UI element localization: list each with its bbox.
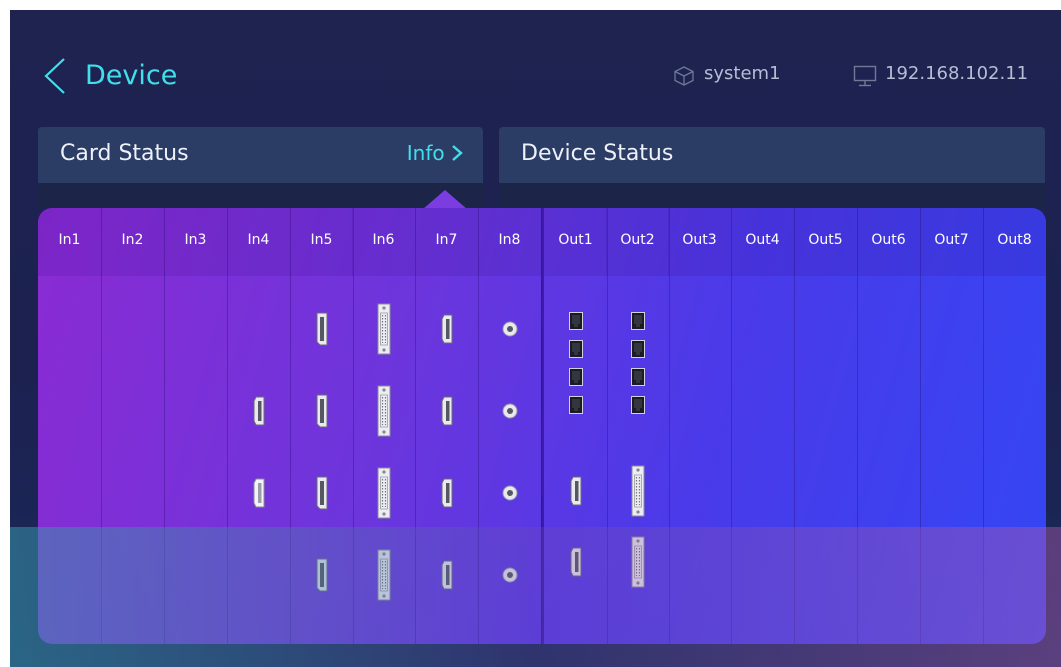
- output-column-label: Out2: [620, 232, 655, 248]
- input-column: In3: [164, 208, 228, 644]
- card-info-popup: In1 In2 In3 In4 In5 In6 In7 In8 Out1 Out2 Out3 Out4…: [38, 208, 1046, 644]
- output-column-header: Out3: [668, 208, 731, 276]
- sdi-port-icon[interactable]: [502, 321, 518, 337]
- hdmi-port-icon[interactable]: [441, 314, 453, 344]
- input-column-header: In6: [352, 208, 415, 276]
- output-column-label: Out4: [745, 232, 780, 248]
- device-status-title: Device Status: [521, 141, 674, 166]
- input-column-label: In2: [121, 232, 144, 248]
- input-column: In4: [227, 208, 291, 644]
- system-name: system1: [704, 63, 781, 84]
- input-column-header: In7: [415, 208, 478, 276]
- output-column-header: Out6: [857, 208, 920, 276]
- input-column-label: In8: [498, 232, 521, 248]
- hdmi-port-icon[interactable]: [570, 476, 582, 506]
- dp-port-icon[interactable]: [316, 394, 328, 428]
- dp-port-icon[interactable]: [316, 558, 328, 592]
- rj45-port-icon[interactable]: [569, 368, 583, 386]
- output-column-label: Out5: [808, 232, 843, 248]
- output-column-label: Out6: [871, 232, 906, 248]
- dvi-port-icon[interactable]: [631, 465, 645, 517]
- info-link[interactable]: Info: [407, 141, 463, 165]
- output-column-label: Out8: [997, 232, 1032, 248]
- hdmi-port-icon[interactable]: [253, 396, 265, 426]
- dvi-port-icon[interactable]: [377, 303, 391, 355]
- dvi-port-icon[interactable]: [377, 467, 391, 519]
- output-column: Out8: [983, 208, 1046, 644]
- output-column-header: Out7: [920, 208, 983, 276]
- sdi-port-icon[interactable]: [502, 485, 518, 501]
- input-column-label: In4: [247, 232, 270, 248]
- dvi-port-icon[interactable]: [377, 385, 391, 437]
- output-column: Out4: [731, 208, 795, 644]
- device-screen: Device system1 192.168.102.11 Card Statu…: [10, 10, 1061, 667]
- output-column-label: Out3: [682, 232, 717, 248]
- output-column-header: Out4: [731, 208, 794, 276]
- device-status-body: [499, 183, 1045, 208]
- rj45-port-icon[interactable]: [569, 312, 583, 330]
- input-column-header: In1: [38, 208, 101, 276]
- hdmi-port-icon[interactable]: [441, 560, 453, 590]
- output-column-header: Out1: [544, 208, 607, 276]
- output-column-header: Out5: [794, 208, 857, 276]
- output-column-label: Out1: [558, 232, 593, 248]
- card-status-title: Card Status: [60, 141, 189, 166]
- input-column-label: In5: [310, 232, 333, 248]
- popup-pointer: [423, 190, 467, 209]
- sdi-port-icon[interactable]: [502, 403, 518, 419]
- top-bar: Device system1 192.168.102.11: [10, 10, 1061, 130]
- output-column: Out1: [544, 208, 608, 644]
- input-column-header: In8: [478, 208, 541, 276]
- rj45-port-icon[interactable]: [631, 396, 645, 414]
- input-column-header: In4: [227, 208, 290, 276]
- output-column: Out5: [794, 208, 858, 644]
- back-button[interactable]: [40, 56, 70, 96]
- input-column-header: In5: [290, 208, 353, 276]
- device-status-header: Device Status: [499, 127, 1045, 183]
- input-column: In5: [290, 208, 354, 644]
- output-column: Out3: [668, 208, 732, 644]
- input-column-label: In7: [435, 232, 458, 248]
- output-column: Out7: [920, 208, 984, 644]
- input-column: In8: [478, 208, 542, 644]
- dvi-port-icon[interactable]: [631, 536, 645, 588]
- card-status-header: Card Status Info: [38, 127, 483, 183]
- hdmi-port-icon[interactable]: [441, 478, 453, 508]
- monitor-icon: [853, 65, 877, 87]
- rj45-port-icon[interactable]: [631, 312, 645, 330]
- output-column-header: Out8: [983, 208, 1046, 276]
- info-label: Info: [406, 141, 445, 165]
- output-column-header: Out2: [606, 208, 669, 276]
- rj45-port-icon[interactable]: [631, 340, 645, 358]
- hdmi-port-icon[interactable]: [441, 396, 453, 426]
- dp-port-icon[interactable]: [316, 312, 328, 346]
- dvi-port-icon[interactable]: [377, 549, 391, 601]
- rj45-port-icon[interactable]: [631, 368, 645, 386]
- page-title: Device: [85, 60, 178, 91]
- output-column-label: Out7: [934, 232, 969, 248]
- rj45-port-icon[interactable]: [569, 396, 583, 414]
- ip-address: 192.168.102.11: [885, 63, 1029, 84]
- dp-port-icon[interactable]: [316, 476, 328, 510]
- rj45-port-icon[interactable]: [569, 340, 583, 358]
- hdmi-port-icon[interactable]: [570, 547, 582, 577]
- cube-icon: [673, 65, 695, 87]
- sdi-port-icon[interactable]: [502, 567, 518, 583]
- input-column-header: In2: [101, 208, 164, 276]
- input-column-header: In3: [164, 208, 227, 276]
- input-column: In7: [415, 208, 479, 644]
- output-column: Out6: [857, 208, 921, 644]
- input-column: In1: [38, 208, 102, 644]
- input-column-label: In6: [372, 232, 395, 248]
- input-column-label: In3: [184, 232, 207, 248]
- output-column: Out2: [606, 208, 670, 644]
- input-column: In2: [101, 208, 165, 644]
- card-status-body: [38, 183, 483, 208]
- hdmi-port-icon[interactable]: [253, 478, 265, 508]
- input-column-label: In1: [58, 232, 81, 248]
- chevron-right-icon: [452, 145, 463, 161]
- input-column: In6: [352, 208, 416, 644]
- chevron-left-icon: [44, 58, 65, 94]
